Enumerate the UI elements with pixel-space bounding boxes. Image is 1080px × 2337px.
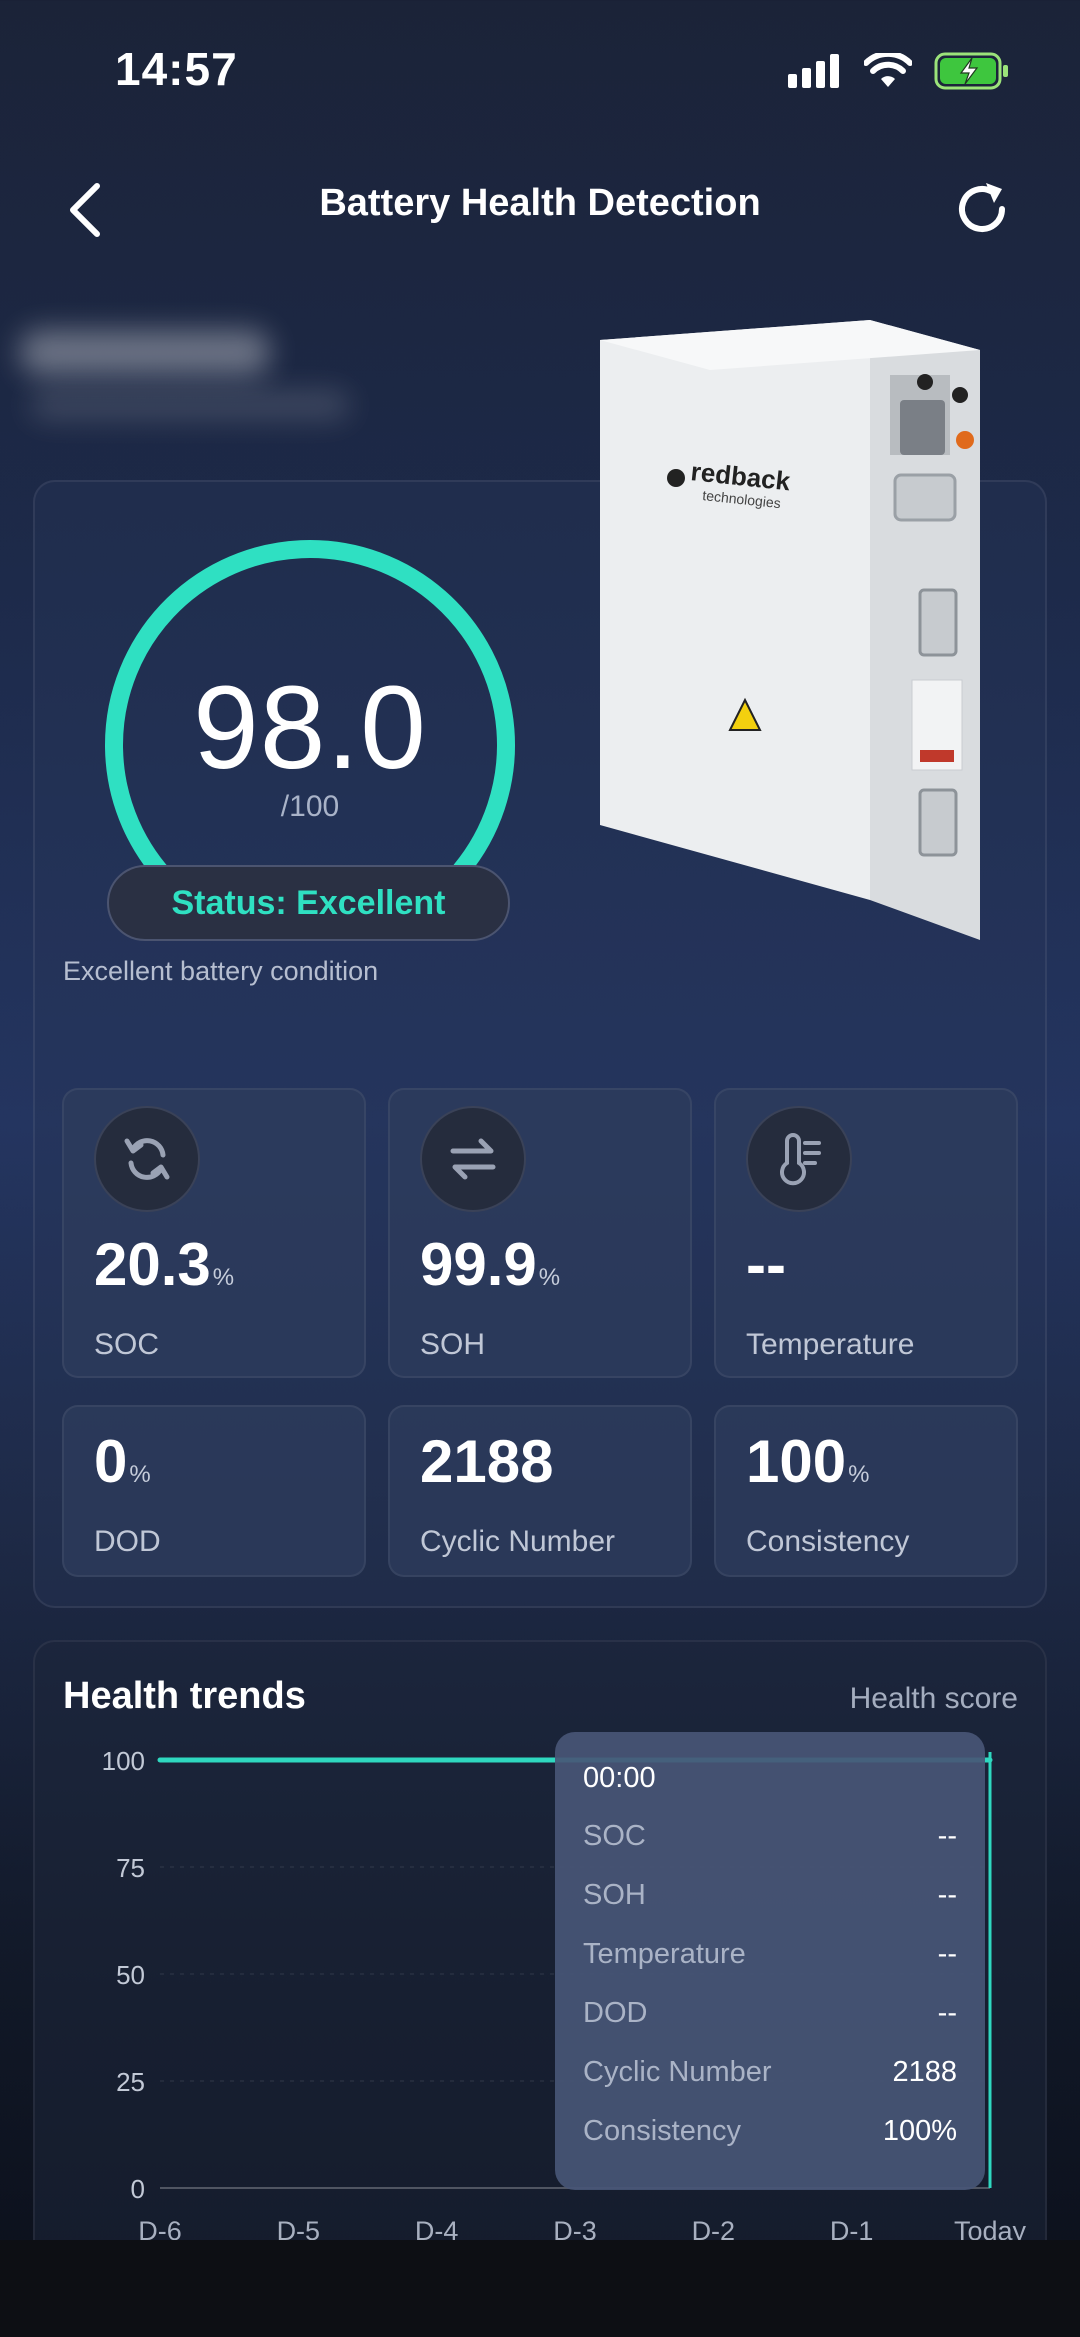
- tooltip-row: SOH --: [583, 1879, 957, 1919]
- tooltip-row: SOC --: [583, 1820, 957, 1860]
- tooltip-key: SOC: [583, 1820, 646, 1852]
- tooltip-key: Temperature: [583, 1938, 746, 1970]
- tooltip-row: Temperature --: [583, 1938, 957, 1978]
- tooltip-row: Consistency 100%: [583, 2115, 957, 2155]
- bottom-safe-area: [0, 2240, 1080, 2337]
- y-tick-label: 25: [116, 2067, 145, 2097]
- tooltip-row: Cyclic Number 2188: [583, 2056, 957, 2096]
- tooltip-time: 00:00: [583, 1762, 656, 1794]
- tooltip-value: --: [937, 1820, 957, 1852]
- tooltip-value: --: [937, 1879, 957, 1911]
- tooltip-value: 2188: [892, 2056, 957, 2088]
- y-tick-label: 0: [131, 2174, 145, 2204]
- tooltip-value: --: [937, 1997, 957, 2029]
- tooltip-row: DOD --: [583, 1997, 957, 2037]
- tooltip-key: DOD: [583, 1997, 648, 2029]
- tooltip-value: --: [937, 1938, 957, 1970]
- y-tick-label: 50: [116, 1960, 145, 1990]
- tooltip-key: Consistency: [583, 2115, 741, 2147]
- tooltip-key: SOH: [583, 1879, 646, 1911]
- tooltip-key: Cyclic Number: [583, 2056, 772, 2088]
- chart-tooltip: 00:00 SOC -- SOH -- Temperature -- DOD -- Cy…: [555, 1732, 985, 2190]
- y-tick-label: 75: [116, 1853, 145, 1883]
- tooltip-value: 100%: [882, 2115, 957, 2147]
- y-tick-label: 100: [102, 1746, 145, 1776]
